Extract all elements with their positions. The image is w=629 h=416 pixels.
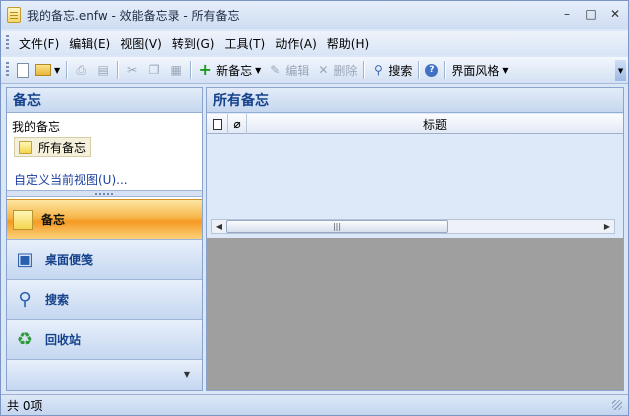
magnifier-icon: ⚲	[18, 289, 32, 310]
edit-button[interactable]: ✎ 编辑	[264, 59, 312, 81]
cut-icon: ✂	[127, 63, 138, 77]
memo-list-pane: 所有备忘 ⌀ 标题 ◀ ||| ▶	[206, 87, 624, 391]
nav-label: 备忘	[41, 213, 66, 227]
toolbar-overflow-button[interactable]: ▼	[615, 60, 626, 81]
nav-button-desktop-notes[interactable]: ▣ 桌面便笺	[7, 239, 202, 279]
menu-tools[interactable]: 工具(T)	[219, 35, 270, 52]
note-icon	[17, 62, 29, 78]
edit-icon: ✎	[270, 63, 281, 77]
splitter-grip	[94, 192, 115, 195]
new-note-button[interactable]	[14, 59, 32, 81]
print-button[interactable]: ⎙	[70, 59, 92, 81]
delete-button[interactable]: ✕ 删除	[312, 59, 360, 81]
theme-label: 界面风格	[451, 63, 500, 78]
print-preview-button[interactable]: ▤	[92, 59, 114, 81]
search-label: 搜索	[388, 63, 413, 78]
print-preview-icon: ▤	[97, 63, 109, 77]
copy-button[interactable]: ❐	[143, 59, 165, 81]
copy-icon: ❐	[148, 63, 160, 77]
column-attachment[interactable]: ⌀	[228, 114, 247, 134]
menu-edit[interactable]: 编辑(E)	[64, 35, 115, 52]
paste-icon: ▦	[170, 63, 182, 77]
nav-pane-footer[interactable]: ▼	[7, 359, 202, 390]
column-type[interactable]	[207, 114, 228, 134]
scrollbar-thumb[interactable]: |||	[226, 220, 448, 233]
menu-view[interactable]: 视图(V)	[115, 35, 167, 52]
menu-goto[interactable]: 转到(G)	[167, 35, 220, 52]
tree-item-all-memos[interactable]: 所有备忘	[14, 137, 92, 157]
scroll-left-arrow-icon[interactable]: ◀	[212, 220, 226, 233]
chevron-down-icon: ▼	[183, 370, 190, 379]
navigation-pane: 备忘 我的备忘 所有备忘 自定义当前视图(U)... 备忘 ▣ 桌面便笺 ⚲ 搜索 …	[6, 87, 203, 391]
note-icon	[19, 140, 32, 154]
recycle-icon: ♻	[16, 329, 34, 350]
item-count: 共 0项	[7, 398, 43, 413]
scroll-right-arrow-icon[interactable]: ▶	[600, 220, 614, 233]
status-bar: 共 0项	[1, 394, 628, 415]
document-icon	[212, 118, 222, 130]
app-window: 我的备忘.enfw - 效能备忘录 - 所有备忘 – □ ✕ 文件(F) 编辑(…	[0, 0, 629, 416]
customize-view-link[interactable]: 自定义当前视图(U)...	[14, 171, 128, 188]
resize-grip[interactable]	[612, 400, 622, 410]
desktop-note-icon: ▣	[16, 249, 34, 270]
nav-button-search[interactable]: ⚲ 搜索	[7, 279, 202, 319]
help-button[interactable]: ?	[422, 59, 441, 81]
maximize-button[interactable]: □	[580, 6, 602, 22]
toolbar-separator	[363, 61, 365, 79]
chevron-down-icon: ▼	[255, 65, 262, 75]
tree-item-label: 所有备忘	[38, 140, 87, 155]
open-button[interactable]: ▼	[32, 59, 63, 81]
menu-actions[interactable]: 动作(A)	[270, 35, 322, 52]
toolbar-separator	[190, 61, 192, 79]
new-memo-label: 新备忘	[216, 63, 253, 78]
grid-header: ⌀ 标题	[207, 114, 623, 134]
toolbar-separator	[66, 61, 68, 79]
nav-button-recycle-bin[interactable]: ♻ 回收站	[7, 319, 202, 359]
add-icon: +	[198, 60, 212, 79]
search-icon: ⚲	[373, 63, 383, 77]
nav-button-memos[interactable]: 备忘	[7, 199, 202, 239]
close-button[interactable]: ✕	[604, 6, 626, 22]
menu-bar: 文件(F) 编辑(E) 视图(V) 转到(G) 工具(T) 动作(A) 帮助(H…	[1, 31, 628, 55]
memo-list-title: 所有备忘	[207, 88, 623, 113]
memo-grid: 所有备忘 ⌀ 标题 ◀ ||| ▶	[207, 88, 623, 238]
toolbar-separator	[444, 61, 446, 79]
title-bar: 我的备忘.enfw - 效能备忘录 - 所有备忘 – □ ✕	[1, 1, 628, 29]
toolbar: ▼ ⎙ ▤ ✂ ❐ ▦ + 新备忘 ▼ ✎ 编辑 ✕ 删除 ⚲ 搜索 ? 界面风格 ▼ ▼	[1, 57, 628, 84]
toolbar-separator	[117, 61, 119, 79]
horizontal-scrollbar[interactable]: ◀ ||| ▶	[211, 219, 615, 234]
chevron-down-icon: ▼	[502, 65, 509, 75]
nav-label: 桌面便笺	[45, 253, 94, 267]
search-button[interactable]: ⚲ 搜索	[367, 59, 415, 81]
window-title: 我的备忘.enfw - 效能备忘录 - 所有备忘	[27, 8, 240, 23]
cut-button[interactable]: ✂	[121, 59, 143, 81]
help-icon: ?	[425, 63, 439, 77]
toolbar-separator	[418, 61, 420, 79]
tree-root-my-memos[interactable]: 我的备忘	[12, 118, 60, 135]
toolbar-grip[interactable]	[6, 62, 9, 78]
edit-label: 编辑	[285, 63, 310, 78]
open-folder-icon	[35, 64, 51, 76]
app-icon	[7, 7, 21, 23]
menu-file[interactable]: 文件(F)	[14, 35, 64, 52]
nav-label: 回收站	[45, 333, 82, 347]
paste-button[interactable]: ▦	[165, 59, 187, 81]
pane-splitter[interactable]	[7, 190, 202, 197]
navigation-pane-title: 备忘	[7, 88, 202, 113]
paperclip-icon: ⌀	[233, 117, 241, 131]
theme-dropdown[interactable]: 界面风格 ▼	[448, 59, 511, 81]
menubar-grip[interactable]	[6, 35, 9, 51]
delete-icon: ✕	[318, 63, 329, 77]
column-title[interactable]: 标题	[247, 114, 623, 134]
print-icon: ⎙	[76, 63, 86, 77]
menu-help[interactable]: 帮助(H)	[322, 35, 374, 52]
minimize-button[interactable]: –	[556, 6, 578, 22]
nav-label: 搜索	[45, 293, 70, 307]
chevron-down-icon: ▼	[54, 65, 61, 75]
sticky-note-icon	[13, 209, 33, 230]
new-memo-button[interactable]: + 新备忘 ▼	[194, 59, 264, 81]
delete-label: 删除	[333, 63, 358, 78]
